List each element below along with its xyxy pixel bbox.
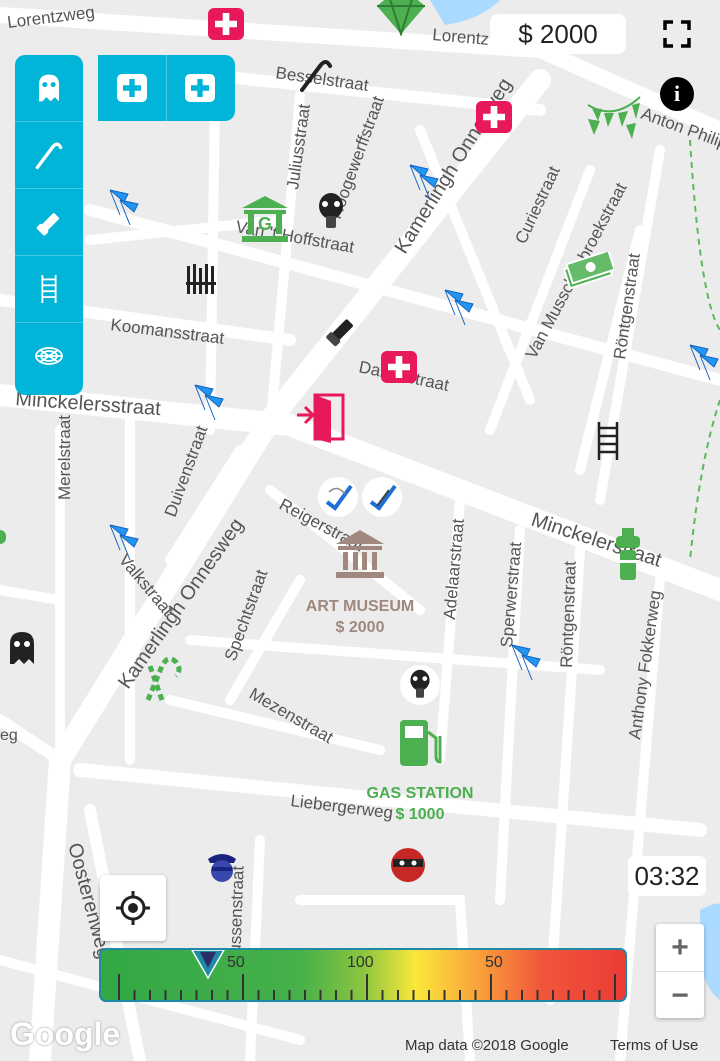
crowbar-icon[interactable] [298,58,334,97]
gas-station-icon[interactable] [398,716,444,773]
crosshair-icon [116,891,150,925]
hospital-marker[interactable] [476,101,512,133]
toolbar-crowbar-button[interactable] [15,122,83,189]
gas-station-price: $ 1000 [395,806,445,823]
art-museum-label: ART MUSEUM $ 2000 [290,596,430,638]
locate-me-button[interactable] [100,875,166,941]
toolbar-ghost-button[interactable] [15,55,83,122]
bank-icon[interactable]: G [240,194,290,249]
ladder-icon[interactable] [595,422,621,465]
hospital-cross-icon [483,106,505,128]
money-display: $ 2000 [490,14,626,54]
gas-station-label: GAS STATION $ 1000 [350,783,490,825]
svg-text:Merelstraat: Merelstraat [55,415,74,500]
game-timer: 03:32 [628,856,706,896]
cash-stack-icon[interactable] [562,249,616,297]
hospital-marker[interactable] [381,351,417,383]
meter-ticks [118,974,616,1000]
ghost-icon [39,74,59,102]
police-officer-icon[interactable] [204,849,240,890]
candy-cane-icon[interactable] [140,652,186,709]
hospital-cross-icon [388,356,410,378]
crowbar-icon [35,142,63,170]
zoom-control: + − [656,924,704,1018]
hospital-slot-1[interactable] [98,55,167,121]
ladder-icon [41,275,57,303]
gas-mask-icon[interactable] [316,192,346,237]
art-museum-price: $ 2000 [335,619,385,636]
art-museum-icon[interactable] [334,528,386,585]
hospital-cross-icon [117,74,147,102]
gas-mask-bubble[interactable] [400,665,440,705]
crowbar-tool-bubble[interactable] [362,477,402,517]
zoom-in-button[interactable]: + [656,924,704,972]
hospital-marker[interactable] [208,8,244,40]
zoom-out-button[interactable]: − [656,972,704,1019]
flashlight-icon[interactable] [323,312,359,353]
thief-icon[interactable] [389,846,427,889]
hospital-slot-2[interactable] [166,55,234,121]
info-icon: i [673,81,681,106]
fullscreen-icon [663,20,691,48]
hospital-cross-icon [215,13,237,35]
hospital-cross-icon [185,74,215,102]
lantern-icon[interactable] [614,528,642,587]
diamond-icon[interactable] [375,0,427,41]
ghost-icon[interactable] [4,630,40,671]
net-icon [35,347,63,365]
noise-meter: 50 100 50 [99,948,627,1002]
gas-station-name: GAS STATION [366,785,474,802]
terms-of-use-link[interactable]: Terms of Use [610,1037,698,1054]
exit-door-icon[interactable] [295,393,349,450]
tools-icon[interactable] [184,262,220,303]
bunting-icon[interactable] [586,95,642,146]
flashlight-icon [36,213,59,236]
art-museum-name: ART MUSEUM [305,598,415,615]
fullscreen-button[interactable] [655,12,699,56]
map-data-attribution: Map data ©2018 Google [405,1037,569,1054]
hospital-tray [98,55,235,121]
net-tool-bubble[interactable] [318,477,358,517]
google-logo: Google [10,1016,121,1052]
svg-text:Röntgenstraat: Röntgenstraat [557,560,580,668]
tool-toolbar [15,55,83,395]
toolbar-ladder-button[interactable] [15,256,83,323]
toolbar-net-button[interactable] [15,323,83,389]
toolbar-flashlight-button[interactable] [15,189,83,256]
svg-text:G: G [258,214,272,234]
svg-text:eg: eg [0,727,18,744]
info-button[interactable]: i [660,77,694,111]
meter-needle-icon [191,950,226,980]
